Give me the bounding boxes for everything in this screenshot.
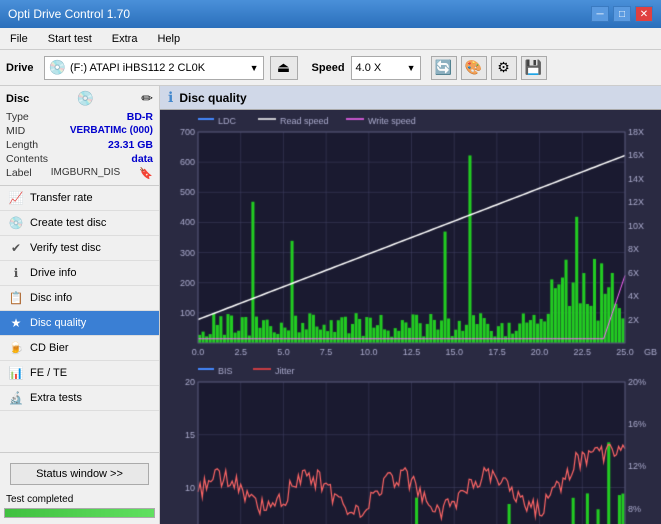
verify-test-disc-label: Verify test disc bbox=[30, 242, 101, 254]
speed-select[interactable]: 4.0 X ▼ bbox=[351, 56, 421, 80]
disc-title: Disc bbox=[6, 93, 29, 105]
disc-header: Disc 💿 ✏ bbox=[6, 90, 153, 107]
sidebar-item-drive-info[interactable]: ℹ Drive info bbox=[0, 261, 159, 286]
title-bar: Opti Drive Control 1.70 ─ □ ✕ bbox=[0, 0, 661, 28]
disc-contents-row: Contents data bbox=[6, 152, 153, 166]
color-button[interactable]: 🎨 bbox=[461, 56, 487, 80]
disc-quality-header-icon: ℹ bbox=[168, 89, 173, 106]
eject-button[interactable]: ⏏ bbox=[270, 56, 298, 80]
transfer-rate-label: Transfer rate bbox=[30, 192, 93, 204]
minimize-button[interactable]: ─ bbox=[591, 6, 609, 22]
menu-file[interactable]: File bbox=[4, 31, 34, 47]
progress-bar bbox=[4, 508, 155, 518]
disc-label-row: Label IMGBURN_DIS 🔖 bbox=[6, 166, 153, 181]
right-content: ℹ Disc quality LDC BIS Avg bbox=[160, 86, 661, 524]
extra-tests-label: Extra tests bbox=[30, 392, 82, 404]
chart-ldc bbox=[162, 112, 659, 361]
save-button[interactable]: 💾 bbox=[521, 56, 547, 80]
disc-type-value: BD-R bbox=[127, 111, 153, 123]
close-button[interactable]: ✕ bbox=[635, 6, 653, 22]
transfer-rate-icon: 📈 bbox=[8, 191, 24, 205]
menu-start-test[interactable]: Start test bbox=[42, 31, 98, 47]
disc-mid-label: MID bbox=[6, 125, 25, 137]
window-controls: ─ □ ✕ bbox=[591, 6, 653, 22]
menu-extra[interactable]: Extra bbox=[106, 31, 144, 47]
sidebar-item-disc-info[interactable]: 📋 Disc info bbox=[0, 286, 159, 311]
maximize-button[interactable]: □ bbox=[613, 6, 631, 22]
menu-bar: File Start test Extra Help bbox=[0, 28, 661, 50]
disc-length-row: Length 23.31 GB bbox=[6, 138, 153, 152]
disc-info-icon: 📋 bbox=[8, 291, 24, 305]
speed-label: Speed bbox=[312, 62, 345, 74]
sidebar-item-create-test-disc[interactable]: 💿 Create test disc bbox=[0, 211, 159, 236]
sidebar-item-disc-quality[interactable]: ★ Disc quality bbox=[0, 311, 159, 336]
drive-info-label: Drive info bbox=[30, 267, 76, 279]
disc-quality-icon: ★ bbox=[8, 316, 24, 330]
refresh-button[interactable]: 🔄 bbox=[431, 56, 457, 80]
disc-length-value: 23.31 GB bbox=[108, 139, 153, 151]
drive-label: Drive bbox=[6, 62, 34, 74]
disc-quality-title: Disc quality bbox=[179, 91, 246, 105]
disc-label-value: IMGBURN_DIS bbox=[51, 167, 120, 180]
disc-edit-icon[interactable]: ✏ bbox=[141, 90, 153, 107]
sidebar-item-fe-te[interactable]: 📊 FE / TE bbox=[0, 361, 159, 386]
sidebar-item-verify-test-disc[interactable]: ✔ Verify test disc bbox=[0, 236, 159, 261]
disc-contents-value: data bbox=[131, 153, 153, 165]
disc-mid-value: VERBATIMc (000) bbox=[70, 125, 153, 137]
extra-tests-icon: 🔬 bbox=[8, 391, 24, 405]
disc-icon: 💿 bbox=[77, 90, 94, 107]
disc-mid-row: MID VERBATIMc (000) bbox=[6, 124, 153, 138]
app-title: Opti Drive Control 1.70 bbox=[8, 7, 130, 21]
create-test-disc-icon: 💿 bbox=[8, 216, 24, 230]
main-content: Disc 💿 ✏ Type BD-R MID VERBATIMc (000) L… bbox=[0, 86, 661, 524]
toolbar: Drive 💿 (F:) ATAPI iHBS112 2 CL0K ▼ ⏏ Sp… bbox=[0, 50, 661, 86]
label-icon[interactable]: 🔖 bbox=[139, 167, 153, 180]
disc-quality-header: ℹ Disc quality bbox=[160, 86, 661, 110]
status-window-button[interactable]: Status window >> bbox=[10, 463, 149, 485]
disc-info-label: Disc info bbox=[30, 292, 72, 304]
fe-te-icon: 📊 bbox=[8, 366, 24, 380]
charts-container bbox=[160, 110, 661, 524]
disc-quality-label: Disc quality bbox=[30, 317, 86, 329]
drive-info-icon: ℹ bbox=[8, 266, 24, 280]
settings-button[interactable]: ⚙ bbox=[491, 56, 517, 80]
disc-contents-label: Contents bbox=[6, 153, 48, 165]
sidebar: Disc 💿 ✏ Type BD-R MID VERBATIMc (000) L… bbox=[0, 86, 160, 524]
disc-type-label: Type bbox=[6, 111, 29, 123]
sidebar-item-cd-bier[interactable]: 🍺 CD Bier bbox=[0, 336, 159, 361]
drive-select[interactable]: 💿 (F:) ATAPI iHBS112 2 CL0K ▼ bbox=[44, 56, 264, 80]
sidebar-item-extra-tests[interactable]: 🔬 Extra tests bbox=[0, 386, 159, 411]
chart-bis bbox=[162, 362, 659, 524]
cd-bier-icon: 🍺 bbox=[8, 341, 24, 355]
speed-value: 4.0 X bbox=[356, 62, 407, 74]
verify-test-disc-icon: ✔ bbox=[8, 241, 24, 255]
drive-select-text: (F:) ATAPI iHBS112 2 CL0K bbox=[70, 62, 250, 74]
disc-length-label: Length bbox=[6, 139, 38, 151]
disc-panel: Disc 💿 ✏ Type BD-R MID VERBATIMc (000) L… bbox=[0, 86, 159, 186]
cd-bier-label: CD Bier bbox=[30, 342, 69, 354]
status-section: Status window >> Test completed bbox=[0, 452, 159, 524]
toolbar-actions: 🔄 🎨 ⚙ 💾 bbox=[431, 56, 547, 80]
disc-type-row: Type BD-R bbox=[6, 110, 153, 124]
create-test-disc-label: Create test disc bbox=[30, 217, 106, 229]
sidebar-item-transfer-rate[interactable]: 📈 Transfer rate bbox=[0, 186, 159, 211]
menu-help[interactable]: Help bbox=[151, 31, 186, 47]
status-text: Test completed bbox=[4, 491, 155, 506]
disc-label-label: Label bbox=[6, 167, 32, 180]
fe-te-label: FE / TE bbox=[30, 367, 67, 379]
progress-fill bbox=[5, 509, 154, 517]
